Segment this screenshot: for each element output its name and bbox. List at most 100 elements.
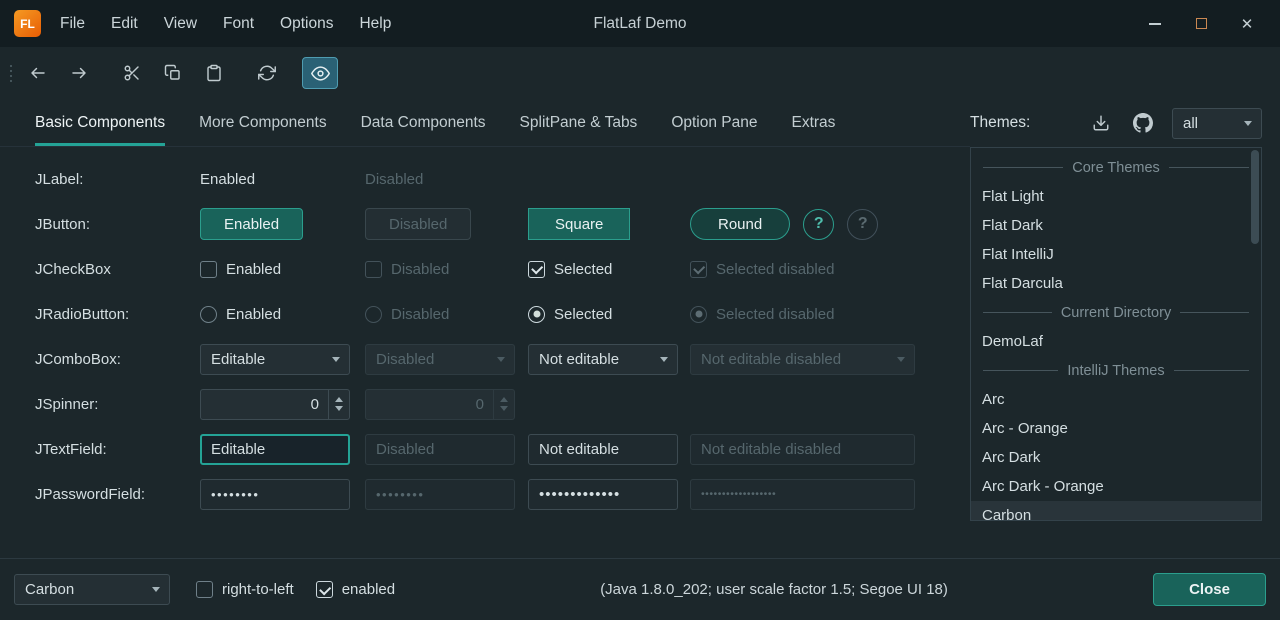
checkbox-selected-disabled: Selected disabled [690,261,834,278]
textfield-disabled [365,434,515,465]
theme-list-item[interactable]: Arc Dark - Orange [971,472,1261,501]
form-row-jcombobox: JComboBox: Editable Disabled Not editabl… [35,343,970,375]
tab-basic-components[interactable]: Basic Components [35,99,165,146]
disabled-button: Disabled [365,208,471,240]
spinner-buttons[interactable] [328,390,349,419]
textfield-editable[interactable] [200,434,350,465]
copy-button[interactable] [155,57,191,89]
menu-font[interactable]: Font [210,9,267,39]
passwordfield-disabled [365,479,515,510]
theme-list-item[interactable]: Flat Darcula [971,269,1261,298]
checkbox-checked-icon [690,261,707,278]
minimize-button[interactable] [1132,6,1178,42]
form-row-jtextfield: JTextField: [35,433,970,465]
menu-file[interactable]: File [47,9,98,39]
combobox-not-editable[interactable]: Not editable [528,344,678,375]
spinner-down-icon[interactable] [335,406,343,411]
chevron-down-icon [1244,121,1252,126]
tab-more-components[interactable]: More Components [199,99,327,146]
refresh-button[interactable] [249,57,285,89]
minimize-icon [1149,23,1161,25]
help-button-disabled: ? [847,209,878,240]
combobox-value: Disabled [376,351,489,368]
form-row-jbutton: JButton: Enabled Disabled Square Round ?… [35,208,970,240]
enabled-button[interactable]: Enabled [200,208,303,240]
theme-category-separator: IntelliJ Themes [971,356,1261,385]
textfield-not-editable-disabled [690,434,915,465]
radio-selected[interactable]: Selected [528,306,612,323]
menubar: File Edit View Font Options Help [47,9,404,39]
checkbox-selected[interactable]: Selected [528,261,612,278]
spinner-buttons [493,390,514,419]
chevron-down-icon [660,357,668,362]
lookandfeel-combobox[interactable]: Carbon [14,574,170,605]
forward-button[interactable] [61,57,97,89]
help-button[interactable]: ? [803,209,834,240]
paste-button[interactable] [196,57,232,89]
tab-data-components[interactable]: Data Components [361,99,486,146]
theme-list-item[interactable]: Flat IntelliJ [971,240,1261,269]
status-info-text: (Java 1.8.0_202; user scale factor 1.5; … [395,581,1153,598]
themes-header: Themes: all [970,99,1262,147]
show-hints-toggle[interactable] [302,57,338,89]
maximize-button[interactable] [1178,6,1224,42]
menu-edit[interactable]: Edit [98,9,151,39]
radio-label: Selected [554,306,612,323]
enabled-checkbox[interactable]: enabled [316,581,395,598]
combobox-editable[interactable]: Editable [200,344,350,375]
github-button[interactable] [1130,110,1156,136]
tab-option-pane[interactable]: Option Pane [671,99,757,146]
square-button[interactable]: Square [528,208,630,240]
back-button[interactable] [20,57,56,89]
round-button[interactable]: Round [690,208,790,240]
toolbar [0,47,1280,99]
tab-splitpane-tabs[interactable]: SplitPane & Tabs [520,99,638,146]
close-window-button[interactable]: ✕ [1224,6,1270,42]
spinner-up-icon[interactable] [335,397,343,402]
right-to-left-checkbox[interactable]: right-to-left [196,581,294,598]
spinner-down-icon [500,406,508,411]
spinner-value: 0 [201,390,328,419]
row-label: JSpinner: [35,396,200,413]
radio-selected-disabled: Selected disabled [690,306,834,323]
radio-disabled: Disabled [365,306,449,323]
cut-button[interactable] [114,57,150,89]
menu-help[interactable]: Help [346,9,404,39]
theme-list-item[interactable]: Flat Light [971,182,1261,211]
checkbox-checked-icon [528,261,545,278]
jlabel-enabled: Enabled [200,171,255,188]
radio-enabled[interactable]: Enabled [200,306,281,323]
form-row-jlabel: JLabel: Enabled Disabled [35,163,970,195]
theme-list-item[interactable]: Carbon [971,501,1261,521]
paste-icon [205,64,223,82]
arrow-right-icon [70,64,88,82]
checkbox-icon [365,261,382,278]
theme-list-item[interactable]: Flat Dark [971,211,1261,240]
close-icon: ✕ [1241,15,1254,33]
theme-list-item[interactable]: Arc [971,385,1261,414]
jlabel-disabled: Disabled [365,171,423,188]
radio-selected-icon [528,306,545,323]
checkbox-label: enabled [342,581,395,598]
toolbar-grip[interactable] [10,65,12,82]
window-title: FlatLaf Demo [593,15,686,33]
spinner-enabled[interactable]: 0 [200,389,350,420]
menu-options[interactable]: Options [267,9,346,39]
checkbox-label: right-to-left [222,581,294,598]
themes-scrollbar[interactable] [1251,150,1259,518]
menu-view[interactable]: View [151,9,210,39]
main-area: Basic Components More Components Data Co… [0,99,1280,558]
close-button[interactable]: Close [1153,573,1266,606]
theme-list-item[interactable]: DemoLaf [971,327,1261,356]
tab-extras[interactable]: Extras [792,99,836,146]
download-themes-button[interactable] [1088,110,1114,136]
scrollbar-thumb[interactable] [1251,150,1259,244]
theme-list-item[interactable]: Arc - Orange [971,414,1261,443]
checkbox-enabled[interactable]: Enabled [200,261,281,278]
form-row-jradiobutton: JRadioButton: Enabled Disabled Selected … [35,298,970,330]
theme-list-item[interactable]: Arc Dark [971,443,1261,472]
combobox-value: Not editable [539,351,652,368]
themes-filter-combobox[interactable]: all [1172,108,1262,139]
passwordfield-enabled[interactable] [200,479,350,510]
copy-icon [164,64,182,82]
